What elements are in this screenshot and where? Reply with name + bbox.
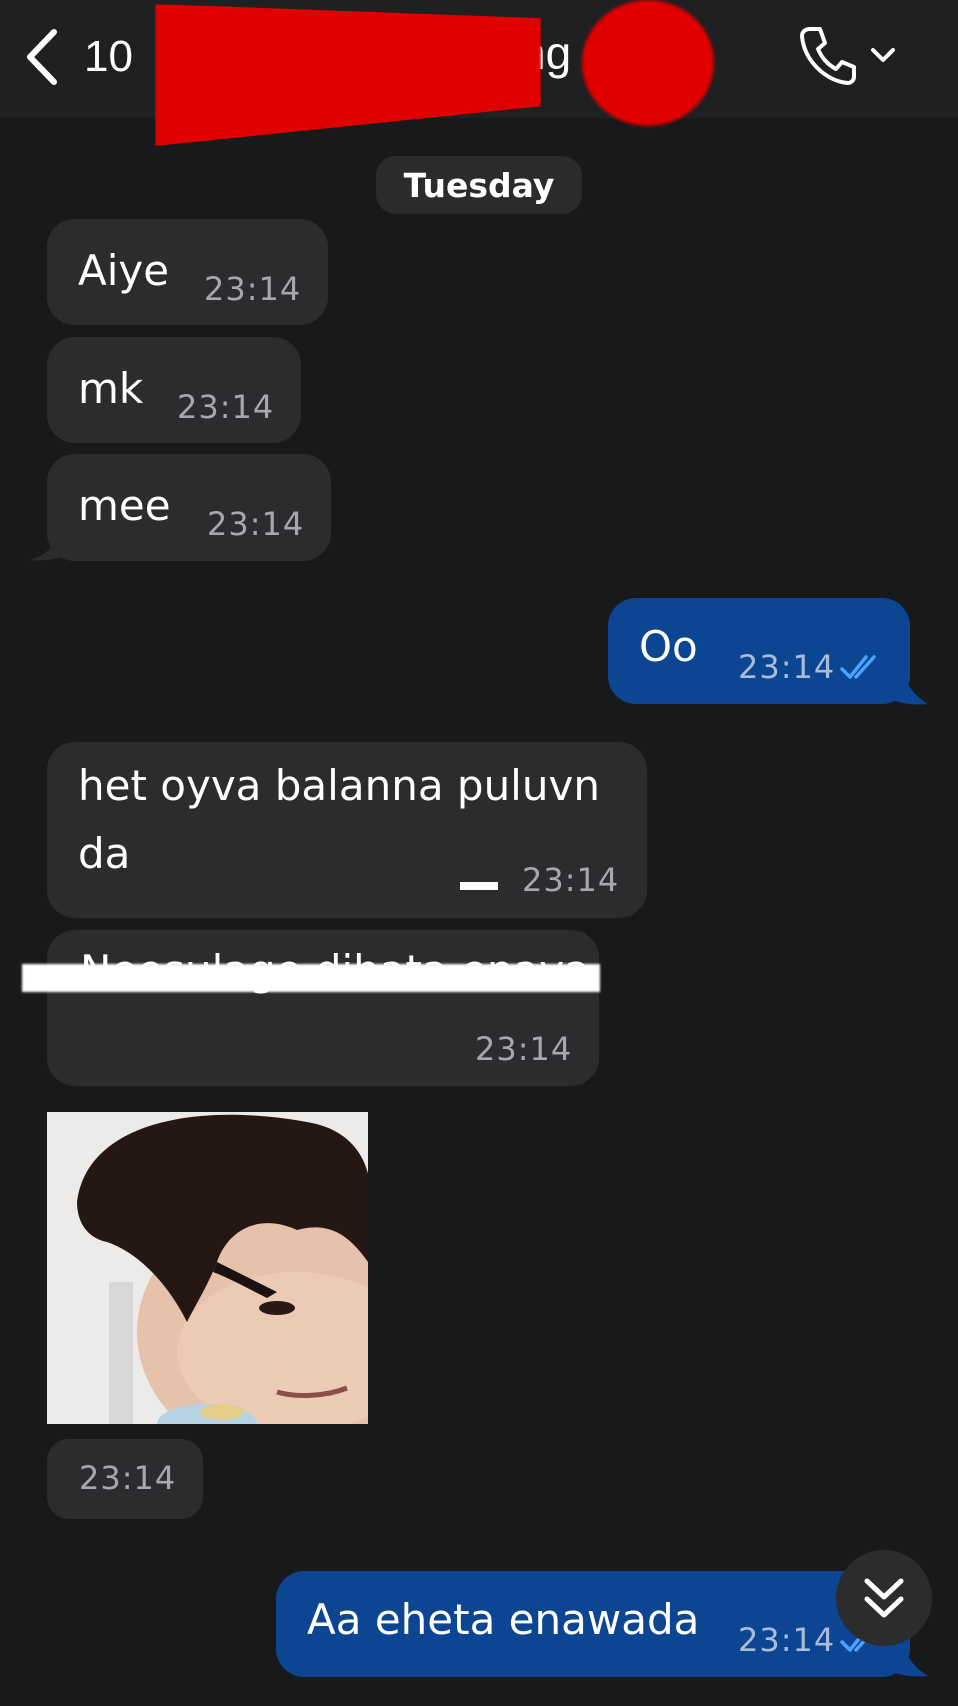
sticker-image[interactable] [47, 1112, 368, 1424]
phone-icon [800, 27, 856, 85]
message-time: 23:14 [177, 388, 275, 426]
double-chevron-down-icon [864, 1578, 904, 1618]
back-button[interactable]: 10 [22, 24, 152, 90]
message-text: Oo [639, 622, 698, 671]
dash-mark [460, 882, 498, 890]
message-time: 23:14 [207, 505, 305, 543]
message-bubble-outgoing[interactable]: Aa eheta enawada 23:14 [276, 1571, 910, 1677]
message-bubble-outgoing[interactable]: Oo 23:14 [608, 598, 910, 704]
chevron-left-icon [27, 29, 57, 85]
chevron-down-icon [871, 48, 895, 62]
message-time: 23:14 [79, 1459, 177, 1497]
date-separator: Tuesday [376, 156, 582, 214]
child-face-sticker-icon [47, 1112, 368, 1424]
redaction-strike [22, 964, 600, 992]
message-time: 23:14 [738, 1621, 836, 1659]
sticker-time-pill: 23:14 [47, 1439, 203, 1519]
unread-count: 10 [84, 32, 133, 81]
chat-header: 10 ng [0, 0, 958, 146]
scroll-to-bottom-button[interactable] [836, 1550, 932, 1646]
call-button[interactable] [796, 20, 906, 90]
redaction-mark [582, 0, 714, 126]
message-bubble-incoming[interactable]: mee 23:14 [47, 454, 331, 561]
message-text: mk [78, 364, 144, 413]
message-time: 23:14 [738, 648, 836, 686]
message-text: mee [78, 481, 171, 530]
message-bubble-incoming[interactable]: mk 23:14 [47, 337, 301, 443]
message-text: Aiye [78, 246, 170, 295]
message-time: 23:14 [475, 1030, 573, 1068]
message-text-line2: da [78, 829, 131, 878]
double-check-icon [840, 655, 876, 679]
message-text: Aa eheta enawada [307, 1595, 700, 1644]
message-time: 23:14 [204, 270, 302, 308]
message-text-line1: het oyva balanna puluvn [78, 761, 600, 810]
chat-screen: 10 ng Tuesday Aiye 23:14 mk 23:14 mee 23… [0, 0, 958, 1706]
message-bubble-incoming[interactable]: Aiye 23:14 [47, 219, 328, 325]
message-bubble-incoming[interactable]: het oyva balanna puluvn da 23:14 [47, 742, 647, 918]
redaction-mark [155, 4, 541, 146]
message-time: 23:14 [522, 861, 620, 899]
